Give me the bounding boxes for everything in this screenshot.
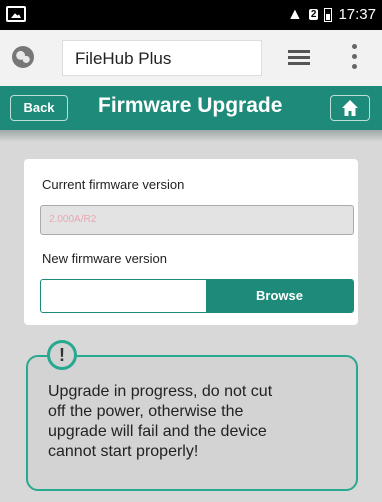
status-bar: ▲ 2 17:37 — [0, 0, 382, 30]
globe-icon[interactable] — [12, 46, 34, 68]
warning-line: Upgrade in progress, do not cut — [48, 383, 273, 400]
wifi-icon: ▲ — [287, 5, 303, 23]
browser-toolbar: FileHub Plus — [0, 30, 382, 87]
current-version-value: 2.000A/R2 — [49, 214, 97, 225]
battery-icon — [324, 7, 333, 22]
status-icons: ▲ 2 17:37 — [287, 6, 376, 23]
warning-icon: ! — [47, 340, 77, 370]
browse-button[interactable]: Browse — [206, 280, 353, 312]
warning-message: Upgrade in progress, do not cut off the … — [48, 382, 348, 462]
address-bar[interactable]: FileHub Plus — [62, 40, 262, 76]
back-button[interactable]: Back — [10, 95, 68, 121]
firmware-file-input[interactable]: Browse — [40, 279, 354, 313]
address-bar-title: FileHub Plus — [75, 49, 172, 68]
new-version-label: New firmware version — [42, 251, 167, 266]
warning-line: upgrade will fail and the device — [48, 423, 267, 440]
app-header: Back Firmware Upgrade — [0, 86, 382, 130]
gallery-icon — [6, 6, 26, 22]
warning-line: cannot start properly! — [48, 443, 199, 460]
current-version-label: Current firmware version — [42, 177, 185, 192]
tabs-icon[interactable] — [288, 50, 310, 66]
home-button[interactable] — [330, 95, 370, 121]
status-time: 17:37 — [338, 6, 376, 23]
page-title: Firmware Upgrade — [98, 94, 283, 117]
warning-line: off the power, otherwise the — [48, 403, 244, 420]
overflow-menu-icon[interactable] — [352, 44, 358, 72]
header-shadow — [0, 130, 382, 142]
home-icon — [342, 100, 358, 116]
current-version-field: 2.000A/R2 — [40, 205, 354, 235]
firmware-card: Current firmware version 2.000A/R2 New f… — [24, 159, 358, 325]
sim-badge: 2 — [308, 9, 319, 20]
